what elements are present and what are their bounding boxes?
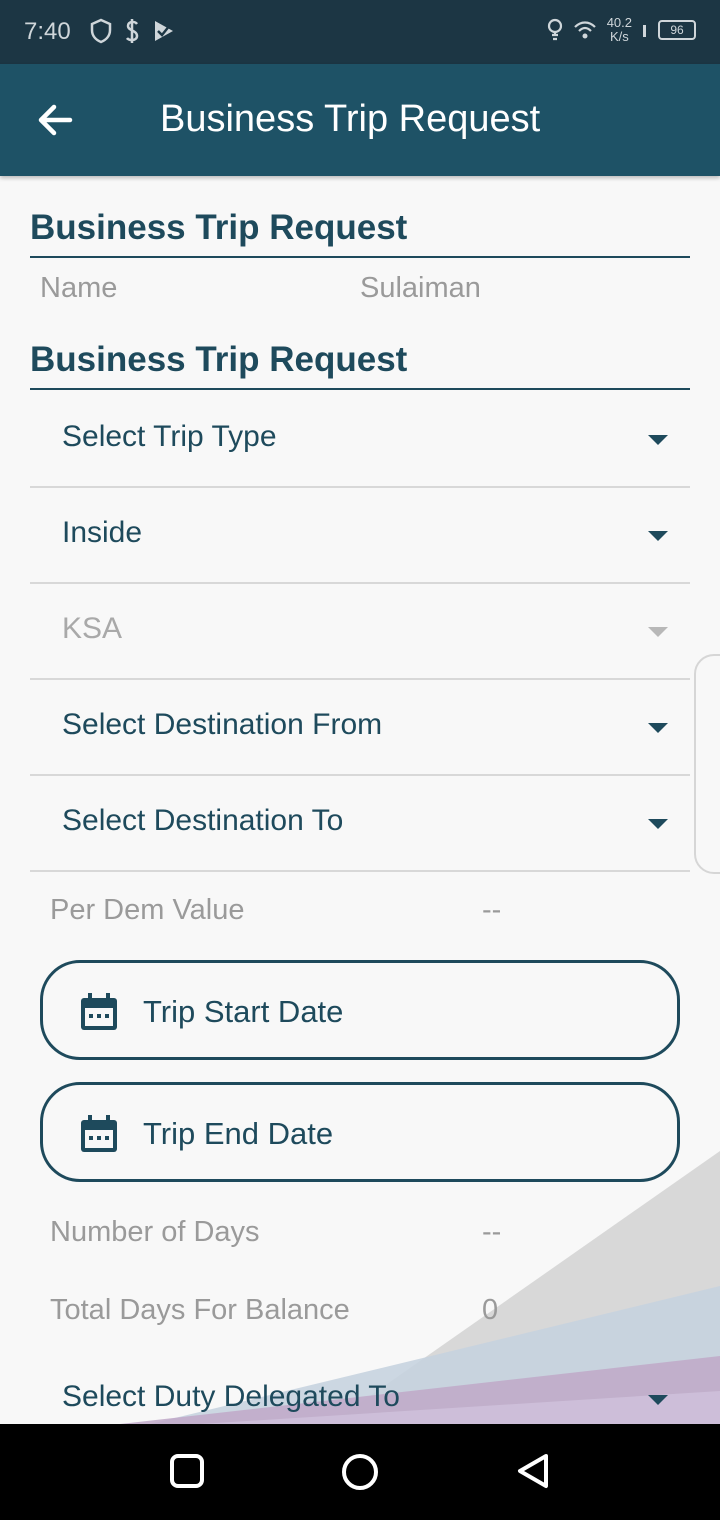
name-value: Sulaiman bbox=[360, 272, 481, 304]
status-icons-right: 40.2 K/s 96 bbox=[547, 16, 696, 44]
wifi-icon bbox=[573, 21, 596, 39]
per-diem-value: -- bbox=[482, 894, 502, 926]
name-label: Name bbox=[40, 272, 118, 304]
per-diem-label: Per Dem Value bbox=[50, 894, 245, 926]
status-bar: 7:40 40.2 K/s 96 bbox=[0, 0, 720, 64]
calendar-icon bbox=[81, 993, 117, 1030]
form-content[interactable]: Business Trip Request Name Sulaiman Busi… bbox=[0, 176, 720, 1424]
destination-from-dropdown[interactable]: Select Destination From bbox=[30, 680, 690, 776]
duty-delegated-text: Select Duty Delegated To bbox=[62, 1380, 400, 1413]
total-days-balance-label: Total Days For Balance bbox=[50, 1294, 350, 1326]
dropdown-arrow-icon bbox=[648, 819, 668, 829]
trip-location-text: Inside bbox=[62, 516, 143, 549]
play-store-icon bbox=[155, 21, 173, 41]
dropdown-arrow-icon bbox=[648, 435, 668, 445]
calendar-icon bbox=[81, 1115, 117, 1152]
home-circle-icon[interactable] bbox=[340, 1452, 380, 1492]
trip-location-dropdown[interactable]: Inside bbox=[30, 488, 690, 584]
trip-type-dropdown[interactable]: Select Trip Type bbox=[30, 392, 690, 488]
battery-level: 96 bbox=[670, 23, 684, 37]
battery-icon: 96 bbox=[658, 20, 696, 40]
trip-start-date-button[interactable]: Trip Start Date bbox=[40, 960, 680, 1060]
country-dropdown: KSA bbox=[30, 584, 690, 680]
trip-start-date-label: Trip Start Date bbox=[143, 994, 344, 1029]
dollar-icon bbox=[125, 19, 139, 43]
number-of-days-value: -- bbox=[482, 1216, 502, 1248]
page-title: Business Trip Request bbox=[160, 98, 541, 140]
trip-end-date-button[interactable]: Trip End Date bbox=[40, 1082, 680, 1182]
trip-type-text: Select Trip Type bbox=[62, 420, 277, 453]
destination-to-dropdown[interactable]: Select Destination To bbox=[30, 776, 690, 872]
dropdown-arrow-icon bbox=[648, 627, 668, 637]
recents-square-icon[interactable] bbox=[168, 1452, 206, 1490]
status-time: 7:40 bbox=[24, 18, 71, 45]
destination-to-text: Select Destination To bbox=[62, 804, 344, 837]
country-text: KSA bbox=[62, 612, 123, 645]
back-triangle-icon[interactable] bbox=[514, 1452, 552, 1490]
number-of-days-label: Number of Days bbox=[50, 1216, 260, 1248]
dropdown-arrow-icon bbox=[648, 1395, 668, 1405]
section-title-request: Business Trip Request bbox=[30, 340, 690, 390]
total-days-balance-value: 0 bbox=[482, 1294, 499, 1326]
trip-end-date-label: Trip End Date bbox=[143, 1116, 334, 1151]
net-speed: 40.2 K/s bbox=[607, 16, 632, 44]
status-icons-left bbox=[90, 18, 176, 44]
dropdown-arrow-icon bbox=[648, 531, 668, 541]
side-drawer-handle[interactable] bbox=[694, 654, 720, 874]
duty-delegated-dropdown[interactable]: Select Duty Delegated To bbox=[30, 1352, 690, 1424]
net-speed-unit: K/s bbox=[609, 29, 629, 44]
back-button[interactable] bbox=[32, 96, 80, 144]
section-title-employee: Business Trip Request bbox=[30, 208, 690, 258]
bulb-icon bbox=[547, 18, 562, 41]
signal-icon bbox=[643, 25, 646, 37]
app-bar: Business Trip Request bbox=[0, 64, 720, 176]
system-nav-bar bbox=[0, 1424, 720, 1520]
arrow-left-icon bbox=[38, 104, 73, 136]
net-speed-value: 40.2 bbox=[606, 15, 632, 30]
shield-icon bbox=[90, 18, 112, 44]
dropdown-arrow-icon bbox=[648, 723, 668, 733]
destination-from-text: Select Destination From bbox=[62, 708, 383, 741]
